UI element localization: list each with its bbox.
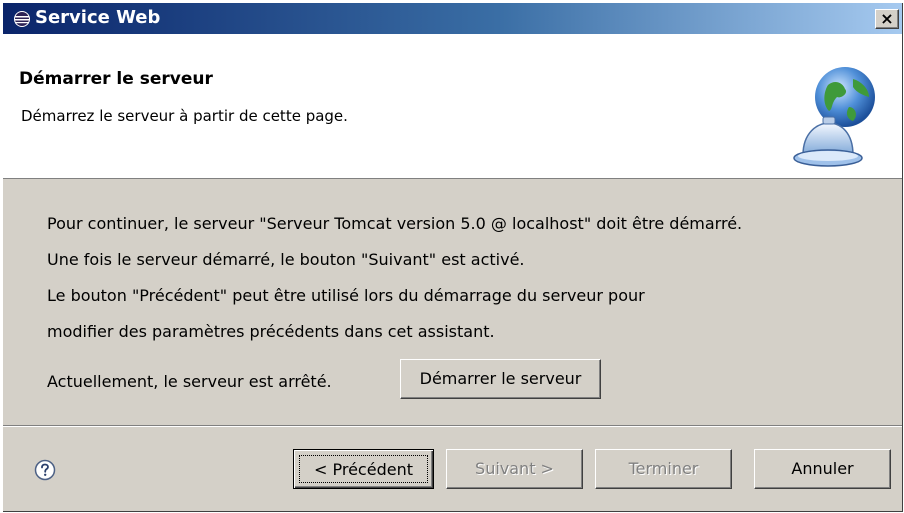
body-line-4: modifier des paramètres précédents dans …	[47, 322, 495, 341]
page-title: Démarrer le serveur	[19, 69, 213, 89]
close-button[interactable]: ×	[875, 9, 899, 29]
body-line-1: Pour continuer, le serveur "Serveur Tomc…	[47, 214, 743, 233]
previous-button-focus: < Précédent	[299, 455, 428, 483]
footer-divider-highlight	[3, 426, 902, 427]
close-icon: ×	[880, 9, 894, 28]
wizard-dialog: Service Web × Démarrer le serveur Démarr…	[3, 3, 903, 512]
help-question-icon[interactable]	[34, 459, 56, 481]
title-bar[interactable]: Service Web ×	[3, 3, 902, 34]
eclipse-icon	[14, 11, 30, 27]
body-line-3: Le bouton "Précédent" peut être utilisé …	[47, 286, 645, 305]
window-title: Service Web	[35, 7, 161, 28]
next-button[interactable]: Suivant >	[446, 449, 583, 489]
page-description: Démarrez le serveur à partir de cette pa…	[21, 107, 348, 125]
finish-button[interactable]: Terminer	[595, 449, 732, 489]
start-server-button[interactable]: Démarrer le serveur	[400, 359, 601, 399]
previous-button[interactable]: < Précédent	[293, 449, 434, 489]
previous-button-label: < Précédent	[314, 460, 413, 479]
body-line-2: Une fois le serveur démarré, le bouton "…	[47, 250, 525, 269]
cancel-button[interactable]: Annuler	[754, 449, 891, 489]
globe-with-service-bell-icon	[793, 67, 875, 167]
server-status-text: Actuellement, le serveur est arrêté.	[47, 372, 332, 391]
